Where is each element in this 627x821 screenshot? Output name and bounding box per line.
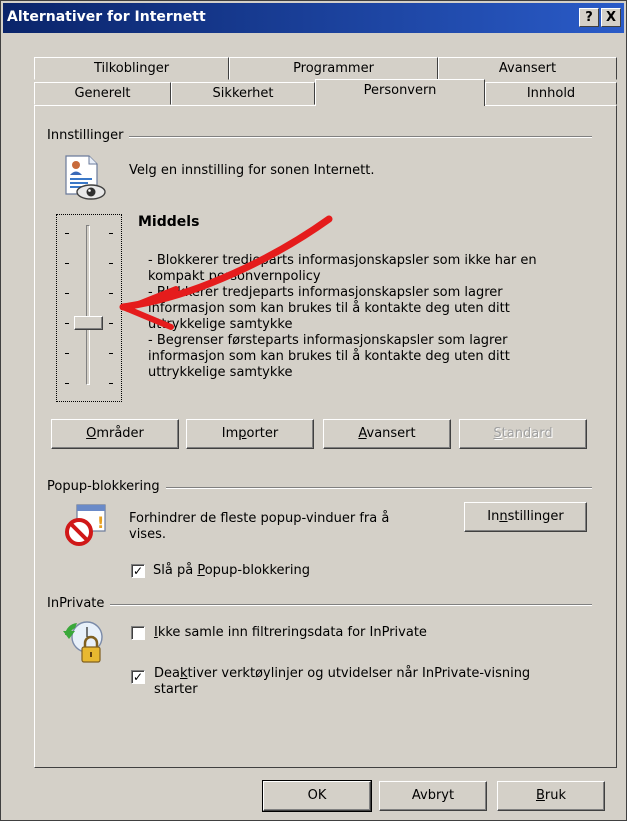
import-label-pre: Im xyxy=(221,426,239,441)
ok-button[interactable]: OK xyxy=(262,780,372,812)
tab-programmer[interactable]: Programmer xyxy=(229,57,438,80)
popup-description-line2: vises. xyxy=(129,527,166,542)
sites-label-key: O xyxy=(86,426,97,441)
sites-button[interactable]: Områder xyxy=(51,419,179,449)
popup-checkbox-label-key: P xyxy=(197,563,205,578)
inprivate-group-line xyxy=(48,604,592,606)
tab-generelt[interactable]: Generelt xyxy=(34,82,171,105)
popup-description: Forhindrer de fleste popup-vinduer fra å… xyxy=(129,511,389,543)
tab-sikkerhet[interactable]: Sikkerhet xyxy=(171,82,315,105)
popup-settings-label-pre: In xyxy=(487,509,500,524)
description-line: - Begrenser førsteparts informasjonskaps… xyxy=(148,333,508,348)
window-title: Alternativer for Internett xyxy=(7,9,206,25)
default-label-post: tandard xyxy=(501,426,553,441)
privacy-document-eye-icon xyxy=(65,155,106,200)
slider-tick xyxy=(109,353,113,354)
popup-checkbox-label-post: opup-blokkering xyxy=(204,563,310,578)
slider-tick xyxy=(65,383,69,384)
inprivate-toolbars-checkbox-label[interactable]: Deaktiver verktøylinjer og utvidelser nå… xyxy=(154,666,530,698)
tab-personvern[interactable]: Personvern xyxy=(315,79,485,106)
description-line: uttrykkelige samtykke xyxy=(148,365,293,380)
advanced-label-key: A xyxy=(358,426,367,441)
popup-blocker-checkbox-label[interactable]: Slå på Popup-blokkering xyxy=(153,563,310,579)
slider-tick xyxy=(65,263,69,264)
close-button[interactable]: X xyxy=(601,8,621,27)
settings-intro-text: Velg en innstilling for sonen Internett. xyxy=(129,163,375,178)
slider-tick xyxy=(65,293,69,294)
inprivate-toolbars-checkbox[interactable]: ✓ xyxy=(131,670,145,684)
tab-row-front: Generelt Sikkerhet Personvern Innhold xyxy=(34,79,617,106)
tab-avansert[interactable]: Avansert xyxy=(438,57,617,80)
advanced-label-post: vansert xyxy=(366,426,416,441)
popup-settings-button[interactable]: Innstillinger xyxy=(464,502,587,532)
slider-track xyxy=(86,225,90,385)
tab-row-back: Tilkoblinger Programmer Avansert xyxy=(34,57,617,80)
advanced-button[interactable]: Avansert xyxy=(323,419,451,449)
sites-label-post: mråder xyxy=(96,426,144,441)
import-label-key: p xyxy=(238,426,247,441)
slider-tick xyxy=(65,353,69,354)
inprivate-cb1-label-post: kke samle inn filtreringsdata for InPriv… xyxy=(157,625,427,640)
apply-label-post: ruk xyxy=(544,788,567,803)
settings-group-label: Innstillinger xyxy=(47,128,130,143)
inprivate-filtering-checkbox[interactable] xyxy=(131,626,145,640)
slider-thumb[interactable] xyxy=(74,316,103,330)
apply-label-key: B xyxy=(535,788,545,803)
popup-blocked-icon: ! xyxy=(65,504,106,546)
description-line: informasjon som kan brukes til å kontakt… xyxy=(148,349,510,364)
import-label-post: orter xyxy=(246,426,279,441)
svg-text:!: ! xyxy=(97,513,104,532)
tab-innhold[interactable]: Innhold xyxy=(485,82,617,105)
import-button[interactable]: Importer xyxy=(186,419,314,449)
apply-button[interactable]: Bruk xyxy=(497,781,605,811)
inprivate-group-label: InPrivate xyxy=(47,596,111,611)
default-label-key: S xyxy=(493,426,502,441)
inprivate-filtering-checkbox-label[interactable]: Ikke samle inn filtreringsdata for InPri… xyxy=(154,625,427,641)
default-button[interactable]: Standard xyxy=(459,419,587,449)
popup-group-label: Popup-blokkering xyxy=(47,479,166,494)
help-button[interactable]: ? xyxy=(579,8,599,27)
tab-tilkoblinger[interactable]: Tilkoblinger xyxy=(34,57,229,80)
title-bar[interactable]: Alternativer for Internett ? X xyxy=(3,3,624,33)
popup-checkbox-label-pre: Slå på xyxy=(153,563,198,578)
popup-settings-label-post: stillinger xyxy=(507,509,564,524)
inprivate-lock-icon xyxy=(63,621,103,663)
red-arrow-annotation xyxy=(119,215,333,330)
inprivate-cb2-line1: Deaktiver verktøylinjer og utvidelser nå… xyxy=(154,666,530,682)
slider-tick xyxy=(109,383,113,384)
slider-tick xyxy=(65,323,69,324)
popup-settings-label-key: n xyxy=(499,509,508,524)
internet-options-dialog: Alternativer for Internett ? X Tilkoblin… xyxy=(0,0,627,821)
popup-description-line1: Forhindrer de fleste popup-vinduer fra å xyxy=(129,511,390,526)
inprivate-cb2-label-key: k xyxy=(179,666,188,681)
inprivate-cb2-line2: starter xyxy=(154,682,198,697)
settings-group-line xyxy=(48,136,592,138)
inprivate-cb2-label-post: tiver verktøylinjer og utvidelser når In… xyxy=(187,666,531,681)
slider-tick xyxy=(65,233,69,234)
inprivate-cb2-label-pre: Dea xyxy=(154,666,180,681)
popup-blocker-checkbox[interactable]: ✓ xyxy=(131,564,145,578)
cancel-button[interactable]: Avbryt xyxy=(379,781,487,811)
